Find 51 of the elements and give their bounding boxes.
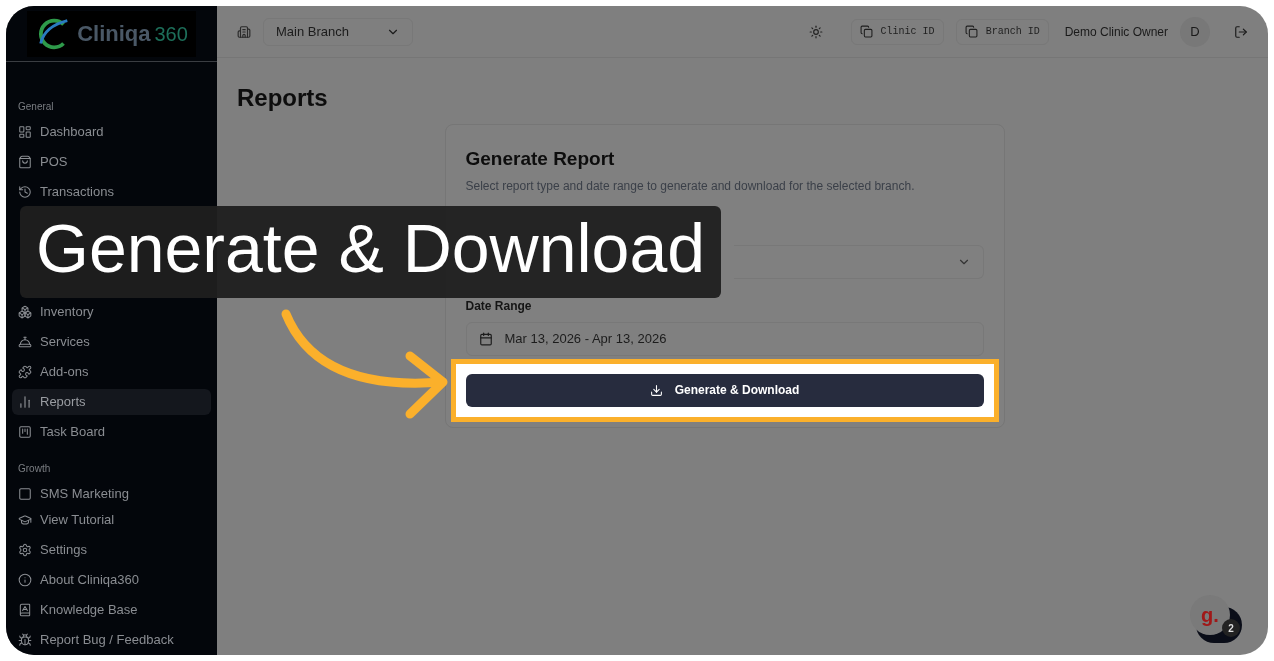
sidebar-item[interactable]: About Cliniqa360 (12, 567, 211, 593)
user-name: Demo Clinic Owner (1064, 23, 1168, 41)
bell-icon (18, 335, 32, 349)
book-icon (18, 603, 32, 617)
calendar-icon (478, 331, 493, 346)
logout-icon[interactable] (1234, 24, 1248, 39)
copy-icon (964, 25, 978, 38)
square-icon (18, 487, 32, 501)
board-icon (18, 425, 32, 439)
field-label: Date Range (465, 297, 533, 315)
sidebar-item[interactable]: Knowledge Base (12, 597, 211, 623)
logo-text: Cliniqa (77, 20, 151, 48)
boxes-icon (18, 305, 32, 319)
card-title: Generate Report (465, 147, 616, 171)
page-title: Reports (237, 83, 329, 113)
sidebar-item[interactable]: Task Board (12, 419, 211, 445)
sidebar-item[interactable]: Add-ons (12, 359, 211, 385)
sidebar-item[interactable]: Report Bug / Feedback (12, 627, 211, 653)
sidebar-item[interactable]: Settings (12, 537, 211, 563)
dashboard-icon (18, 125, 32, 139)
sidebar-item[interactable]: Services (12, 329, 211, 355)
info-icon (18, 573, 32, 587)
bug-icon (18, 633, 32, 647)
sidebar-item[interactable]: Dashboard (12, 119, 211, 145)
sun-icon[interactable] (808, 24, 823, 39)
graduation-cap-icon (18, 513, 32, 527)
date-range-field[interactable]: Mar 13, 2026 - Apr 13, 2026 (465, 321, 984, 356)
branch-select[interactable]: Main Branch (263, 17, 413, 46)
card-description: Select report type and date range to generate and download for the selected branch. (465, 177, 916, 195)
copy-id-button[interactable]: Branch ID (955, 18, 1049, 45)
sidebar-item[interactable]: Transactions (12, 179, 211, 205)
building-icon (237, 24, 251, 39)
sidebar-item[interactable]: SMS Marketing (12, 481, 211, 507)
generate-download-button[interactable]: Generate & Download (465, 373, 984, 407)
tutorial-caption: Generate & Download (20, 206, 722, 298)
user-avatar[interactable]: D (1180, 16, 1210, 47)
sidebar-item[interactable]: View Tutorial (12, 507, 211, 533)
download-icon (649, 383, 663, 397)
sidebar-item[interactable]: Inventory (12, 299, 211, 325)
copy-icon (859, 25, 873, 38)
puzzle-icon (18, 365, 32, 379)
section-title: Growth (17, 462, 52, 476)
bag-icon (18, 155, 32, 169)
bar-chart-icon (18, 395, 32, 409)
history-icon (18, 185, 32, 199)
copy-id-button[interactable]: Clinic ID (850, 18, 944, 45)
sidebar-item[interactable]: POS (12, 149, 211, 175)
settings-icon (18, 543, 32, 557)
logo: Cliniqa 360 (27, 10, 196, 57)
sidebar-item[interactable]: Reports (12, 389, 211, 415)
section-title: General (17, 100, 55, 114)
